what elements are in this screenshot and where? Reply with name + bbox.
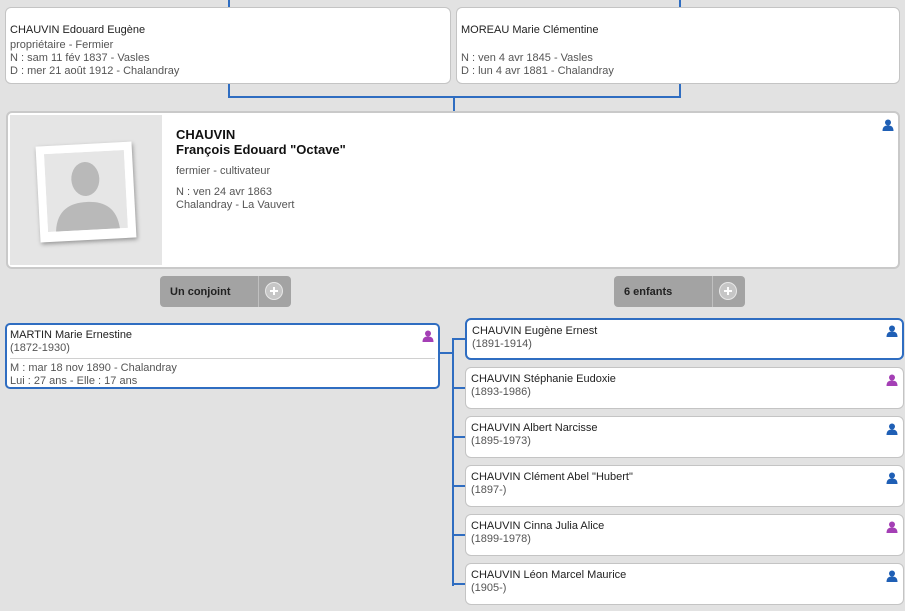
mother-card[interactable]: MOREAU Marie Clémentine N : ven 4 avr 18… [456,7,900,84]
silhouette-icon [43,149,128,233]
child-dates: (1891-1914) [472,338,532,350]
main-birth-place: Chalandray - La Vauvert [176,199,295,211]
main-birth: N : ven 24 avr 1863 [176,186,273,198]
mother-death: D : lun 4 avr 1881 - Chalandray [461,65,614,77]
spouses-button[interactable]: Un conjoint [160,276,291,307]
main-person-info: CHAUVIN François Edouard "Octave" fermie… [176,127,346,212]
child-name: CHAUVIN Stéphanie Eudoxie [471,373,616,385]
child-dates: (1893-1986) [471,386,531,398]
mother-connector-top [679,0,681,7]
child-card[interactable]: CHAUVIN Clément Abel "Hubert" (1897-) [465,465,904,507]
spouse-name: MARTIN Marie Ernestine [10,329,133,341]
child-dates: (1899-1978) [471,533,531,545]
father-connector-top [228,0,230,7]
female-person-icon[interactable] [422,330,434,342]
child-branch-1 [452,338,465,340]
father-birth: N : sam 11 fév 1837 - Vasles [10,52,150,64]
main-person-card[interactable]: CHAUVIN François Edouard "Octave" fermie… [6,111,900,269]
child-dates: (1905-) [471,582,507,594]
mother-name: MOREAU Marie Clémentine [461,24,599,36]
children-trunk [452,338,454,586]
male-person-icon[interactable] [886,472,898,484]
child-card[interactable]: CHAUVIN Albert Narcisse (1895-1973) [465,416,904,458]
spouses-button-label: Un conjoint [170,286,231,298]
female-person-icon[interactable] [886,374,898,386]
male-person-icon[interactable] [882,119,894,131]
photo-area [10,115,162,265]
child-card[interactable]: CHAUVIN Stéphanie Eudoxie (1893-1986) [465,367,904,409]
child-dates: (1895-1973) [471,435,531,447]
portrait-placeholder[interactable] [35,141,137,243]
child-branch-5 [452,534,465,536]
mother-spacer [461,39,899,52]
spouse-divider [10,358,435,359]
child-branch-6 [452,583,465,585]
main-occupation: fermier - cultivateur [176,165,271,177]
male-person-icon[interactable] [886,423,898,435]
child-name: CHAUVIN Eugène Ernest [472,325,598,337]
marriage-info: M : mar 18 nov 1890 - Chalandray Lui : 2… [10,362,177,388]
father-death: D : mer 21 août 1912 - Chalandray [10,65,180,77]
male-person-icon[interactable] [886,570,898,582]
spouses-button-separator [258,276,259,307]
spouse-card[interactable]: MARTIN Marie Ernestine (1872-1930) M : m… [5,323,440,389]
child-name: CHAUVIN Léon Marcel Maurice [471,569,627,581]
child-name: CHAUVIN Cinna Julia Alice [471,520,605,532]
children-button-label: 6 enfants [624,286,673,298]
female-person-icon[interactable] [886,521,898,533]
child-branch-2 [452,387,465,389]
children-button[interactable]: 6 enfants [614,276,745,307]
child-card[interactable]: CHAUVIN Cinna Julia Alice (1899-1978) [465,514,904,556]
child-dates: (1897-) [471,484,507,496]
male-person-icon[interactable] [886,325,898,337]
child-card[interactable]: CHAUVIN Eugène Ernest (1891-1914) [465,318,904,360]
add-child-icon[interactable] [719,282,737,300]
children-button-separator [712,276,713,307]
father-card[interactable]: CHAUVIN Edouard Eugène propriétaire - Fe… [5,7,451,84]
marriage-date: M : mar 18 nov 1890 - Chalandray [10,362,177,374]
father-name: CHAUVIN Edouard Eugène [10,24,146,36]
add-spouse-icon[interactable] [265,282,283,300]
main-connector-up [453,96,455,111]
marriage-ages: Lui : 27 ans - Elle : 17 ans [10,375,138,387]
child-branch-3 [452,436,465,438]
father-occupation: propriétaire - Fermier [10,39,114,51]
child-name: CHAUVIN Albert Narcisse [471,422,598,434]
mother-birth: N : ven 4 avr 1845 - Vasles [461,52,593,64]
spouse-dates: (1872-1930) [10,342,70,354]
main-given-names: François Edouard "Octave" [176,142,346,157]
main-surname: CHAUVIN [176,127,236,142]
child-branch-4 [452,485,465,487]
child-card[interactable]: CHAUVIN Léon Marcel Maurice (1905-) [465,563,904,605]
child-name: CHAUVIN Clément Abel "Hubert" [471,471,633,483]
spouse-info: MARTIN Marie Ernestine (1872-1930) [10,329,132,355]
